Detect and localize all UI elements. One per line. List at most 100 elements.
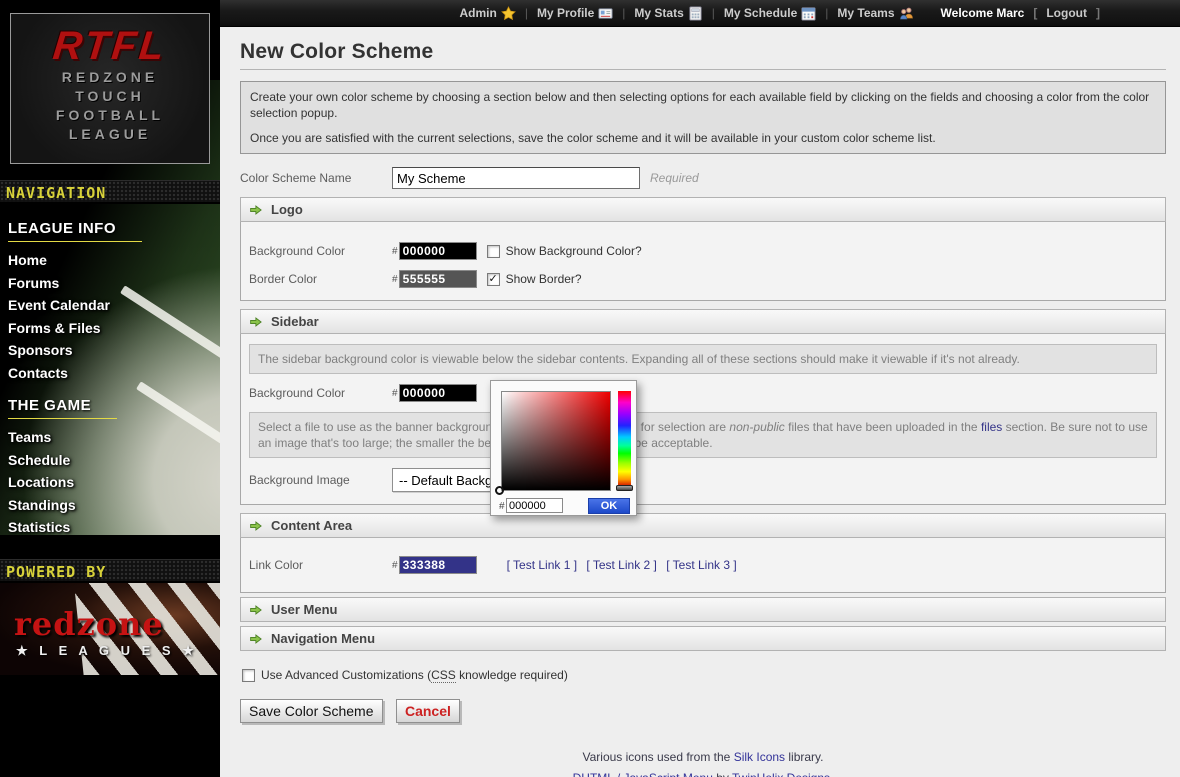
section-title-logo: Logo (271, 202, 303, 217)
redzone-leagues-logo[interactable]: redzone ★ L E A G U E S ★ (0, 583, 220, 675)
footer-text: by (713, 771, 732, 777)
league-logo-line: REDZONE (11, 68, 209, 87)
topbar-item-my-profile[interactable]: My Profile (537, 6, 613, 21)
hash-prefix: # (499, 501, 505, 512)
star-icon (501, 6, 516, 21)
section-title-sidebar: Sidebar (271, 314, 319, 329)
hue-slider-bar[interactable] (618, 391, 631, 487)
field-label: Background Image (249, 473, 392, 487)
files-link[interactable]: files (981, 420, 1002, 434)
logout-link[interactable]: Logout (1046, 6, 1087, 20)
green-arrow-icon (248, 632, 262, 646)
hash-prefix: # (392, 246, 398, 257)
sidebar-item-standings[interactable]: Standings (8, 494, 220, 517)
silk-icons-link[interactable]: Silk Icons (734, 750, 785, 764)
advanced-customizations-checkbox[interactable] (242, 669, 255, 682)
topbar-stats-label: My Stats (634, 6, 683, 20)
sidebar-item-sponsors[interactable]: Sponsors (8, 339, 220, 362)
hash-prefix: # (392, 560, 398, 571)
advanced-label-pre: Use Advanced Customizations ( (261, 668, 431, 682)
page-footer: Various icons used from the Silk Icons l… (240, 750, 1166, 777)
page: RTFL REDZONE TOUCH FOOTBALL LEAGUE NAVIG… (0, 0, 1180, 777)
scheme-name-label: Color Scheme Name (240, 171, 392, 185)
sidebar-bg-note: The sidebar background color is viewable… (249, 344, 1157, 374)
main-content: New Color Scheme Create your own color s… (220, 27, 1180, 777)
league-logo-line: FOOTBALL (11, 106, 209, 125)
navigation-banner: NAVIGATION (0, 180, 220, 204)
scheme-name-input[interactable] (392, 167, 640, 189)
test-link-2[interactable]: [ Test Link 2 ] (586, 558, 656, 572)
page-title: New Color Scheme (240, 40, 1166, 64)
logo-border-color-swatch[interactable]: 555555 (399, 270, 477, 288)
field-label: Link Color (249, 558, 392, 572)
green-arrow-icon (248, 203, 262, 217)
league-logo[interactable]: RTFL REDZONE TOUCH FOOTBALL LEAGUE (10, 13, 210, 164)
css-abbr: CSS (431, 668, 456, 683)
cancel-button[interactable]: Cancel (396, 699, 460, 723)
footer-text: Various icons used from the (583, 750, 734, 764)
content-column: Admin | My Profile | My Stats | (220, 0, 1180, 777)
footer-text: . (830, 771, 833, 777)
sidebar-item-teams[interactable]: Teams (8, 426, 220, 449)
dhtml-menu-link[interactable]: DHTML / JavaScript Menu (573, 771, 713, 777)
checkbox-label: Show Border? (506, 272, 582, 286)
section-header-navigation-menu[interactable]: Navigation Menu (240, 626, 1166, 651)
test-link-1[interactable]: [ Test Link 1 ] (507, 558, 577, 572)
color-selection-ring (495, 486, 504, 495)
sidebar-item-forms-files[interactable]: Forms & Files (8, 317, 220, 340)
color-picker-popup: # OK (490, 380, 637, 516)
section-header-sidebar[interactable]: Sidebar (240, 309, 1166, 334)
league-sidebar: RTFL REDZONE TOUCH FOOTBALL LEAGUE NAVIG… (0, 0, 220, 777)
section-title-user-menu: User Menu (271, 602, 337, 617)
calendar-icon (801, 6, 816, 21)
green-arrow-icon (248, 315, 262, 329)
sidebar-item-schedule[interactable]: Schedule (8, 449, 220, 472)
sidebar-item-statistics[interactable]: Statistics (8, 516, 220, 539)
topbar-profile-label: My Profile (537, 6, 594, 20)
topbar-item-my-schedule[interactable]: My Schedule (724, 6, 816, 21)
sidebar-item-locations[interactable]: Locations (8, 471, 220, 494)
section-header-logo[interactable]: Logo (240, 197, 1166, 222)
twinhelix-link[interactable]: TwinHelix Designs (732, 771, 830, 777)
topbar-item-my-teams[interactable]: My Teams (837, 6, 913, 21)
logo-background-color-row: Background Color # 000000 Show Backgroun… (249, 242, 1157, 260)
section-body-logo: Background Color # 000000 Show Backgroun… (240, 222, 1166, 301)
sidebar-background-color-swatch[interactable]: 000000 (399, 384, 477, 402)
section-header-content-area[interactable]: Content Area (240, 513, 1166, 538)
link-color-swatch[interactable]: 333388 (399, 556, 477, 574)
topbar-item-admin[interactable]: Admin (459, 6, 515, 21)
footer-text: library. (785, 750, 823, 764)
league-logo-abbr: RTFL (9, 24, 212, 68)
field-label: Border Color (249, 272, 392, 286)
intro-paragraph-2: Once you are satisfied with the current … (250, 130, 1156, 146)
form-buttons: Save Color Scheme Cancel (240, 699, 1166, 723)
test-links: [ Test Link 1 ] [ Test Link 2 ] [ Test L… (507, 558, 743, 572)
test-link-3[interactable]: [ Test Link 3 ] (666, 558, 736, 572)
note-text: files that have been uploaded in the (785, 420, 981, 434)
section-header-user-menu[interactable]: User Menu (240, 597, 1166, 622)
sidebar-item-contacts[interactable]: Contacts (8, 362, 220, 385)
advanced-customizations-label: Use Advanced Customizations (CSS knowled… (261, 668, 568, 682)
picker-ok-button[interactable]: OK (588, 498, 630, 514)
advanced-customizations-row: Use Advanced Customizations (CSS knowled… (240, 668, 1166, 682)
advanced-label-post: knowledge required) (456, 668, 568, 682)
nav-header-league-info: LEAGUE INFO (8, 220, 142, 242)
scheme-name-row: Color Scheme Name Required (240, 167, 1166, 189)
show-border-checkbox[interactable]: ✓ (487, 273, 500, 286)
topbar-admin-label: Admin (459, 6, 496, 20)
saturation-value-square[interactable] (501, 391, 611, 491)
redzone-brand-name: redzone (14, 605, 164, 643)
sidebar-item-forums[interactable]: Forums (8, 272, 220, 295)
hue-slider-handle[interactable] (616, 485, 633, 491)
hash-prefix: # (392, 388, 398, 399)
picker-hex-input[interactable] (506, 498, 563, 513)
league-logo-line: LEAGUE (11, 125, 209, 144)
show-background-color-checkbox[interactable] (487, 245, 500, 258)
vcard-icon (598, 6, 613, 21)
sidebar-item-event-calendar[interactable]: Event Calendar (8, 294, 220, 317)
topbar-item-my-stats[interactable]: My Stats (634, 6, 702, 21)
logo-background-color-swatch[interactable]: 000000 (399, 242, 477, 260)
save-color-scheme-button[interactable]: Save Color Scheme (240, 699, 383, 723)
footer-line-1: Various icons used from the Silk Icons l… (240, 750, 1166, 764)
sidebar-item-home[interactable]: Home (8, 249, 220, 272)
